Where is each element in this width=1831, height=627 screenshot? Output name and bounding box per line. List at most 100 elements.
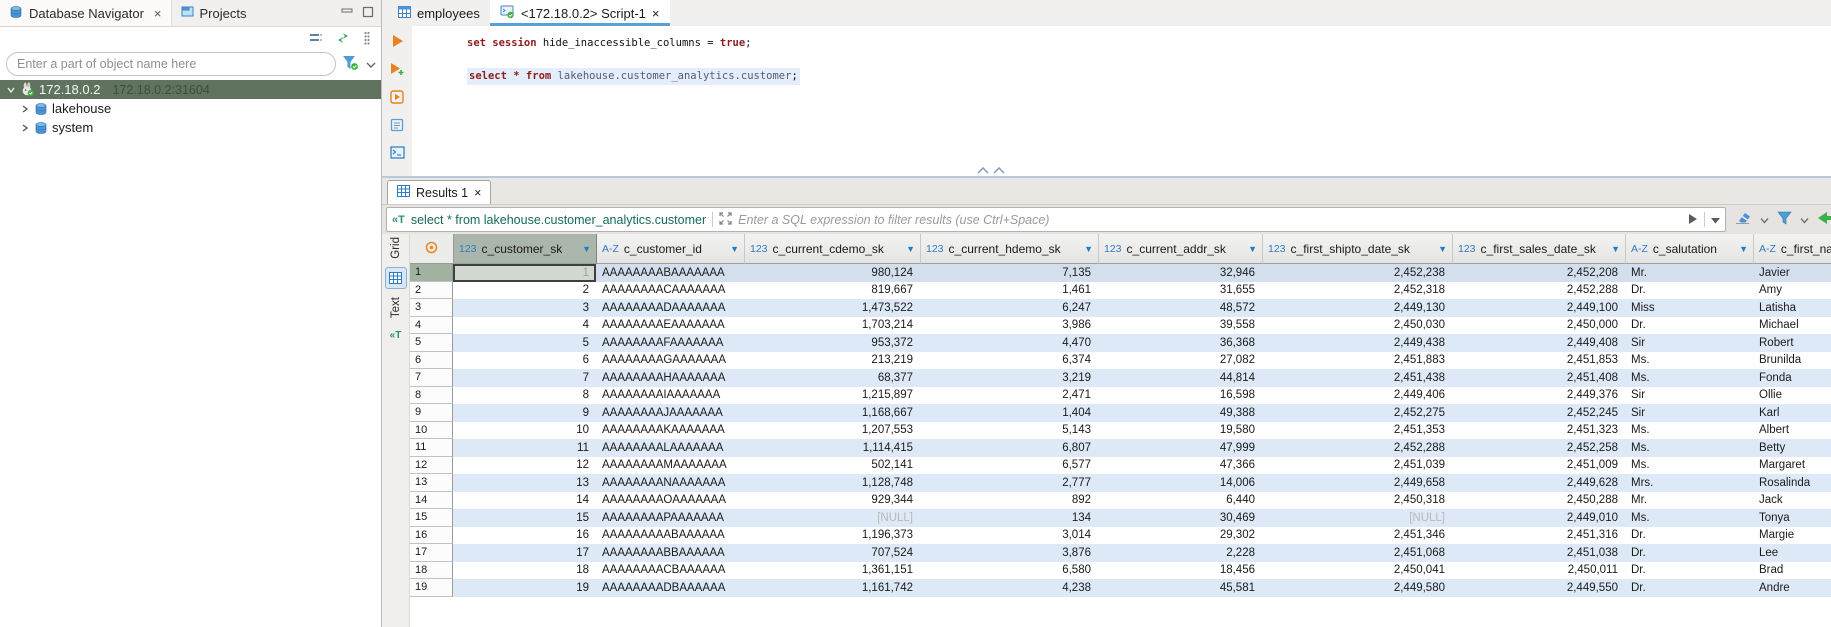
grid-cell[interactable]: 1 bbox=[453, 264, 596, 282]
grid-cell[interactable]: AAAAAAAAFAAAAAAA bbox=[596, 334, 744, 352]
grid-cell[interactable]: 31,655 bbox=[1098, 282, 1262, 300]
grid-cell[interactable]: AAAAAAAAJAAAAAAA bbox=[596, 404, 744, 422]
grid-cell[interactable]: 502,141 bbox=[744, 457, 920, 475]
grid-cell[interactable]: 1,207,553 bbox=[744, 422, 920, 440]
grid-view-icon[interactable] bbox=[385, 267, 407, 289]
grid-cell[interactable]: Karl bbox=[1753, 404, 1831, 422]
grid-cell[interactable]: Dr. bbox=[1625, 562, 1753, 580]
grid-cell[interactable]: 2,451,323 bbox=[1452, 422, 1625, 440]
row-header-corner[interactable] bbox=[410, 234, 454, 264]
column-header-c_customer_id[interactable]: A-Zc_customer_id▼ bbox=[597, 234, 745, 264]
grid-cell[interactable]: AAAAAAAACBAAAAAA bbox=[596, 562, 744, 580]
grid-cell[interactable]: 30,469 bbox=[1098, 509, 1262, 527]
chevron-down-icon[interactable] bbox=[1760, 212, 1769, 227]
object-filter-input[interactable] bbox=[6, 52, 336, 76]
grid-cell[interactable]: 892 bbox=[920, 492, 1098, 510]
grid-cell[interactable]: 18 bbox=[453, 562, 596, 580]
grid-cell[interactable]: 17 bbox=[453, 544, 596, 562]
grid-cell[interactable]: 2,450,000 bbox=[1452, 317, 1625, 335]
grid-cell[interactable]: AAAAAAAAPAAAAAAA bbox=[596, 509, 744, 527]
grid-cell[interactable]: AAAAAAAADBAAAAAA bbox=[596, 579, 744, 597]
grid-cell[interactable]: Ms. bbox=[1625, 422, 1753, 440]
grid-cell[interactable]: AAAAAAAAGAAAAAAA bbox=[596, 352, 744, 370]
grid-cell[interactable]: 2,451,316 bbox=[1452, 527, 1625, 545]
sql-statement-line[interactable]: set session hide_inaccessible_columns = … bbox=[467, 36, 752, 51]
grid-cell[interactable]: Dr. bbox=[1625, 317, 1753, 335]
chevron-right-icon[interactable] bbox=[18, 123, 32, 133]
grid-cell[interactable]: 2,449,580 bbox=[1262, 579, 1452, 597]
grid-cell[interactable]: 2,450,041 bbox=[1262, 562, 1452, 580]
grid-cell[interactable]: Javier bbox=[1753, 264, 1831, 282]
row-number[interactable]: 17 bbox=[410, 544, 453, 562]
grid-cell[interactable]: 2,452,238 bbox=[1262, 264, 1452, 282]
grid-cell[interactable]: 6 bbox=[453, 352, 596, 370]
grid-cell[interactable]: Amy bbox=[1753, 282, 1831, 300]
grid-cell[interactable]: Mrs. bbox=[1625, 474, 1753, 492]
grid-cell[interactable]: AAAAAAAABBAAAAAA bbox=[596, 544, 744, 562]
grid-cell[interactable]: 2,449,628 bbox=[1452, 474, 1625, 492]
grid-cell[interactable]: 2,450,030 bbox=[1262, 317, 1452, 335]
grid-cell[interactable]: 2,451,346 bbox=[1262, 527, 1452, 545]
grid-cell[interactable]: 2,449,438 bbox=[1262, 334, 1452, 352]
grid-cell[interactable]: AAAAAAAAKAAAAAAA bbox=[596, 422, 744, 440]
row-number[interactable]: 15 bbox=[410, 509, 453, 527]
grid-cell[interactable]: Brunilda bbox=[1753, 352, 1831, 370]
grid-cell[interactable]: Margie bbox=[1753, 527, 1831, 545]
column-header-c_current_hdemo_sk[interactable]: 123c_current_hdemo_sk▼ bbox=[921, 234, 1099, 264]
grid-cell[interactable]: 6,577 bbox=[920, 457, 1098, 475]
grid-cell[interactable]: Albert bbox=[1753, 422, 1831, 440]
grid-cell[interactable]: 5,143 bbox=[920, 422, 1098, 440]
execute-in-new-tab-button[interactable] bbox=[390, 62, 405, 79]
grid-cell[interactable]: 18,456 bbox=[1098, 562, 1262, 580]
execute-script-button[interactable] bbox=[390, 90, 404, 107]
grid-cell[interactable]: 134 bbox=[920, 509, 1098, 527]
grid-cell[interactable]: Tonya bbox=[1753, 509, 1831, 527]
grid-cell[interactable]: Ms. bbox=[1625, 457, 1753, 475]
grid-cell[interactable]: 2,452,208 bbox=[1452, 264, 1625, 282]
row-number[interactable]: 3 bbox=[410, 299, 453, 317]
grid-cell[interactable]: Robert bbox=[1753, 334, 1831, 352]
grid-cell[interactable]: 45,581 bbox=[1098, 579, 1262, 597]
grid-cell[interactable]: 4,238 bbox=[920, 579, 1098, 597]
row-number[interactable]: 10 bbox=[410, 422, 453, 440]
grid-cell[interactable]: 39,558 bbox=[1098, 317, 1262, 335]
column-header-c_first_sales_date_sk[interactable]: 123c_first_sales_date_sk▼ bbox=[1453, 234, 1626, 264]
grid-cell[interactable]: Dr. bbox=[1625, 527, 1753, 545]
grid-cell[interactable]: 19,580 bbox=[1098, 422, 1262, 440]
execute-statement-button[interactable] bbox=[391, 34, 404, 51]
grid-cell[interactable]: 929,344 bbox=[744, 492, 920, 510]
grid-cell[interactable]: 2,449,100 bbox=[1452, 299, 1625, 317]
grid-cell[interactable]: AAAAAAAANAAAAAAA bbox=[596, 474, 744, 492]
erase-filter-icon[interactable] bbox=[1734, 211, 1752, 228]
grid-cell[interactable]: 6,247 bbox=[920, 299, 1098, 317]
row-number[interactable]: 1 bbox=[410, 264, 453, 282]
grid-cell[interactable]: 1,361,151 bbox=[744, 562, 920, 580]
grid-cell[interactable]: AAAAAAAAABAAAAAA bbox=[596, 527, 744, 545]
minimize-view-icon[interactable] bbox=[341, 6, 353, 21]
grid-cell[interactable]: 6,440 bbox=[1098, 492, 1262, 510]
column-header-c_first_shipto_date_sk[interactable]: 123c_first_shipto_date_sk▼ bbox=[1263, 234, 1453, 264]
grid-cell[interactable]: Michael bbox=[1753, 317, 1831, 335]
grid-cell[interactable]: Margaret bbox=[1753, 457, 1831, 475]
close-icon[interactable]: × bbox=[154, 6, 162, 21]
grid-cell[interactable]: 47,366 bbox=[1098, 457, 1262, 475]
grid-cell[interactable]: 2,449,130 bbox=[1262, 299, 1452, 317]
grid-cell[interactable]: Dr. bbox=[1625, 579, 1753, 597]
grid-cell[interactable]: 1,128,748 bbox=[744, 474, 920, 492]
grid-cell[interactable]: Mr. bbox=[1625, 492, 1753, 510]
grid-cell[interactable]: AAAAAAAALAAAAAAA bbox=[596, 439, 744, 457]
tab-projects[interactable]: Projects bbox=[172, 0, 256, 26]
grid-cell[interactable]: 1,196,373 bbox=[744, 527, 920, 545]
grid-cell[interactable]: 47,999 bbox=[1098, 439, 1262, 457]
grid-cell[interactable]: 1,473,522 bbox=[744, 299, 920, 317]
grid-cell[interactable]: 13 bbox=[453, 474, 596, 492]
grid-cell[interactable]: Latisha bbox=[1753, 299, 1831, 317]
text-view-icon[interactable]: «T bbox=[386, 326, 406, 346]
grid-cell[interactable]: Ms. bbox=[1625, 352, 1753, 370]
grid-cell[interactable]: Lee bbox=[1753, 544, 1831, 562]
grid-cell[interactable]: Ollie bbox=[1753, 387, 1831, 405]
tab-database-navigator[interactable]: Database Navigator × bbox=[0, 0, 172, 26]
grid-cell[interactable]: 12 bbox=[453, 457, 596, 475]
column-header-c_current_cdemo_sk[interactable]: 123c_current_cdemo_sk▼ bbox=[745, 234, 921, 264]
chevron-down-icon[interactable] bbox=[366, 57, 376, 72]
